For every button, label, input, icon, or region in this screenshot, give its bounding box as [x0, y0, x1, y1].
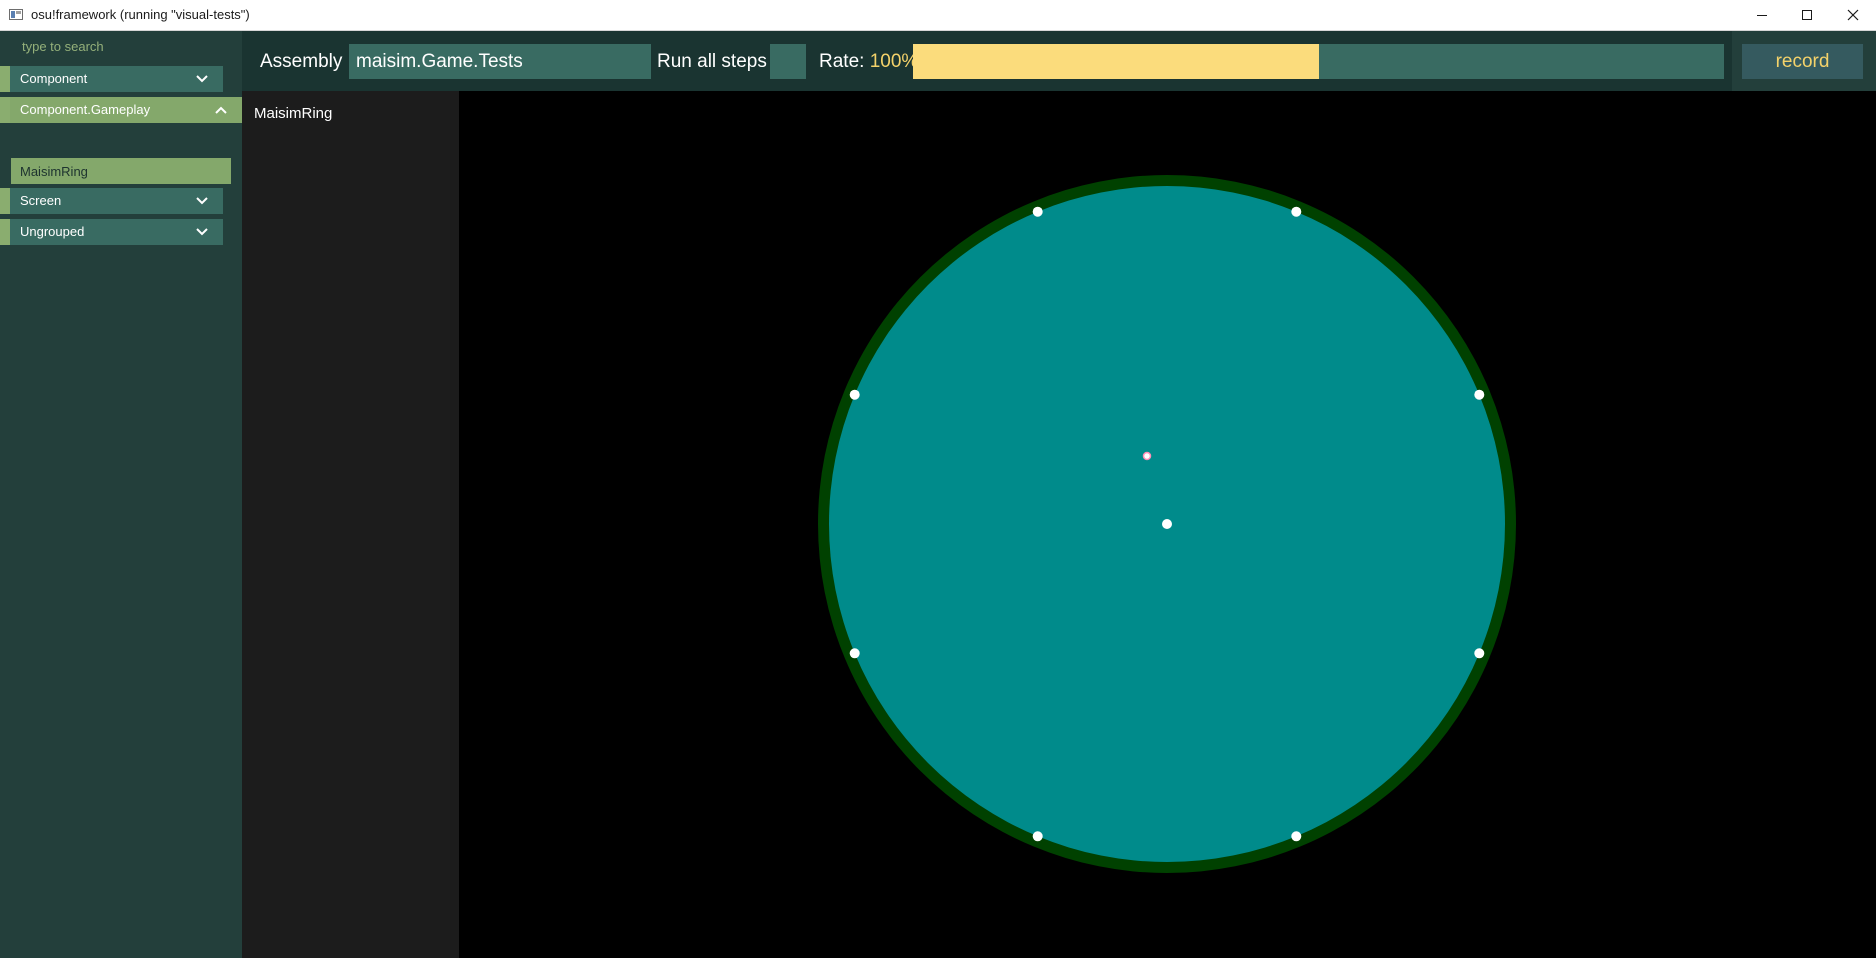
rate-label: Rate: 100%: [819, 51, 918, 73]
group-ungrouped[interactable]: Ungrouped: [0, 219, 223, 245]
rate-value: 100%: [869, 51, 919, 72]
cursor-indicator: [1142, 451, 1152, 461]
ring-sensor-dot: [849, 648, 860, 659]
group-label: Ungrouped: [20, 224, 85, 239]
test-item-label: MaisimRing: [20, 164, 88, 179]
group-label: Component.Gameplay: [20, 102, 151, 117]
ring-sensor-dot: [1474, 389, 1485, 400]
test-scene-title: MaisimRing: [254, 105, 333, 122]
group-accent: [0, 188, 10, 214]
search-input[interactable]: [0, 31, 242, 61]
ring-sensor-dot: [1291, 831, 1302, 842]
maximize-icon: [1802, 10, 1812, 20]
run-all-steps-checkbox[interactable]: [770, 44, 806, 79]
test-item-maisimring[interactable]: MaisimRing: [11, 158, 231, 184]
group-component-gameplay[interactable]: Component.Gameplay: [0, 97, 242, 123]
test-toolbar: Assembly Run all steps Rate: 100%: [242, 31, 1876, 91]
chevron-down-icon: [196, 197, 208, 205]
chevron-up-icon: [215, 106, 227, 114]
minimize-icon: [1757, 15, 1767, 16]
app-window-icon: [9, 9, 23, 20]
group-screen[interactable]: Screen: [0, 188, 223, 214]
ring-sensor-dot: [849, 389, 860, 400]
chevron-down-icon: [196, 75, 208, 83]
assembly-dropdown[interactable]: [349, 44, 651, 79]
chevron-down-icon: [196, 228, 208, 236]
group-label: Screen: [20, 193, 62, 208]
group-accent: [0, 66, 10, 92]
ring-sensor-dot: [1474, 648, 1485, 659]
maximize-button[interactable]: [1784, 0, 1830, 30]
window-title: osu!framework (running "visual-tests"): [31, 7, 250, 22]
minimize-button[interactable]: [1739, 0, 1785, 30]
group-accent: [0, 97, 10, 123]
center-sensor-dot: [1162, 519, 1172, 529]
maisim-ring-canvas: [818, 175, 1516, 873]
test-browser-sidebar: Component Component.Gameplay MaisimRing …: [0, 31, 242, 958]
ring-sensor-dot: [1032, 206, 1043, 217]
window-titlebar: osu!framework (running "visual-tests"): [0, 0, 1876, 31]
ring-sensor-dot: [1032, 831, 1043, 842]
assembly-label: Assembly: [260, 51, 343, 72]
rate-label-text: Rate:: [819, 51, 865, 72]
test-steps-panel: MaisimRing: [242, 91, 459, 958]
test-viewport[interactable]: [459, 91, 1876, 958]
rate-slider[interactable]: [913, 44, 1724, 79]
run-all-steps-label: Run all steps: [657, 51, 767, 72]
record-button[interactable]: record: [1742, 44, 1863, 79]
group-label: Component: [20, 71, 88, 86]
ring-sensor-dot: [1291, 206, 1302, 217]
rate-slider-fill: [913, 44, 1319, 79]
group-accent: [0, 219, 10, 245]
close-button[interactable]: [1830, 0, 1876, 30]
group-component[interactable]: Component: [0, 66, 223, 92]
close-icon: [1847, 9, 1859, 21]
